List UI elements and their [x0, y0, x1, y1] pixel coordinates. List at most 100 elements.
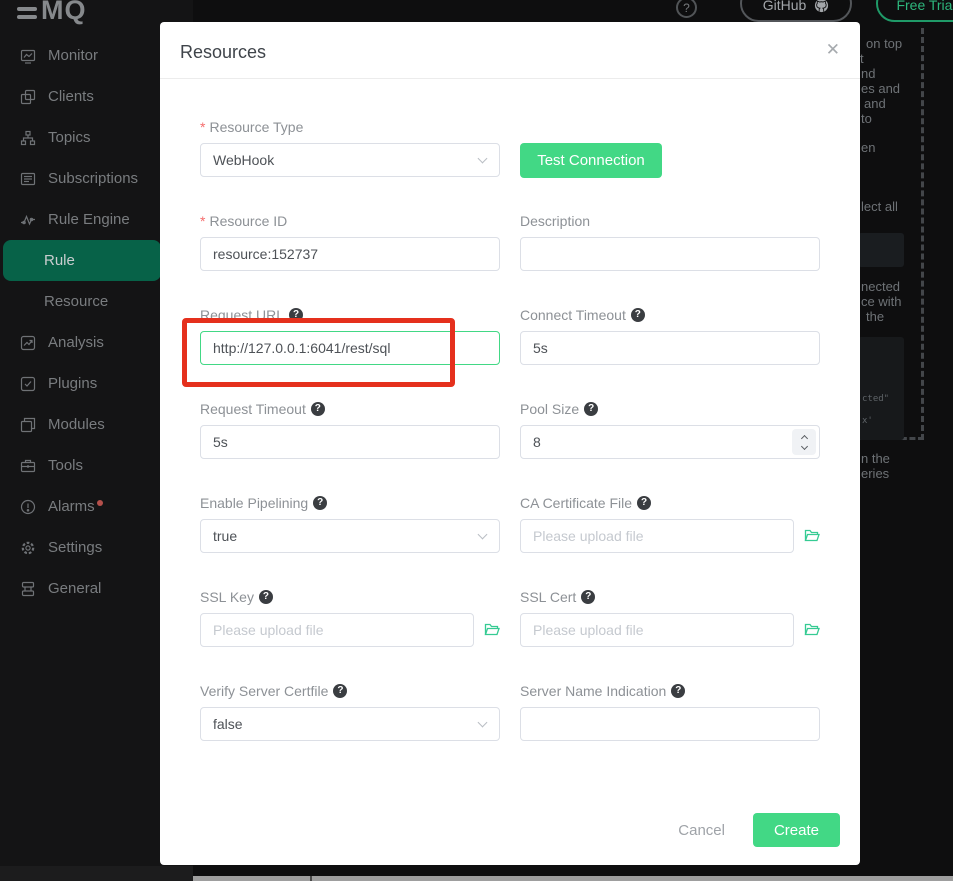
ca-certificate-input[interactable] [520, 519, 794, 553]
gear-icon [20, 540, 36, 556]
sidebar-item-label: Rule [44, 252, 75, 269]
verify-server-certfile-value: false [213, 716, 243, 732]
bg-text-fragment: to [861, 111, 872, 126]
field-label: Connect Timeout ? [520, 306, 820, 324]
ssl-key-input[interactable] [200, 613, 474, 647]
bg-text-fragment: nd [861, 66, 875, 81]
resources-modal: Resources ✕ * Resource Type WebHook T [160, 22, 860, 865]
help-icon[interactable]: ? [289, 308, 303, 322]
sidebar-item-label: Alarms [48, 498, 95, 515]
field-ssl-key: SSL Key ? [200, 588, 500, 647]
bg-text-fragment: eries [861, 466, 889, 481]
logo-bars-icon [17, 7, 37, 19]
field-request-url: Request URL ? [200, 306, 500, 365]
folder-open-icon[interactable] [804, 622, 820, 638]
stepper-up-icon[interactable] [800, 434, 807, 441]
folder-open-icon[interactable] [804, 528, 820, 544]
sidebar-item-label: Clients [48, 88, 94, 105]
chevron-down-icon [478, 718, 488, 728]
alarms-icon [20, 499, 36, 515]
bg-text-fragment: and [864, 96, 886, 111]
number-stepper[interactable] [792, 429, 816, 455]
resource-id-input[interactable] [200, 237, 500, 271]
clients-icon [20, 89, 36, 105]
bg-text-fragment: the [866, 309, 884, 324]
help-icon[interactable]: ? [671, 684, 685, 698]
description-input[interactable] [520, 237, 820, 271]
required-marker: * [200, 213, 205, 229]
help-icon[interactable]: ? [631, 308, 645, 322]
server-name-indication-input[interactable] [520, 707, 820, 741]
help-icon[interactable]: ? [581, 590, 595, 604]
ssl-cert-input[interactable] [520, 613, 794, 647]
help-icon[interactable]: ? [584, 402, 598, 416]
help-icon[interactable]: ? [313, 496, 327, 510]
request-timeout-input[interactable] [200, 425, 500, 459]
app-window: MQ Monitor Clients Topics Subscriptions … [0, 0, 953, 881]
field-resource-id: * Resource ID [200, 212, 500, 271]
verify-server-certfile-select[interactable]: false [200, 707, 500, 741]
sidebar-item-label: Rule Engine [48, 211, 130, 228]
enable-pipelining-select[interactable]: true [200, 519, 500, 553]
help-icon[interactable]: ? [333, 684, 347, 698]
field-label: CA Certificate File ? [520, 494, 820, 512]
github-octocat-icon [814, 0, 829, 13]
field-connect-timeout: Connect Timeout ? [520, 306, 820, 365]
sidebar-item-label: Resource [44, 293, 108, 310]
free-trial-button[interactable]: Free Trial [876, 0, 953, 22]
bg-text-fragment: t [860, 51, 864, 66]
bg-code-fragment: x' [862, 416, 873, 426]
sidebar-bottom-strip [0, 866, 193, 881]
github-label: GitHub [763, 0, 807, 13]
create-button[interactable]: Create [753, 813, 840, 847]
alarm-badge-dot [97, 500, 103, 506]
sidebar-item-label: Subscriptions [48, 170, 138, 187]
required-marker: * [200, 119, 205, 135]
field-label: Enable Pipelining ? [200, 494, 500, 512]
modal-body: * Resource Type WebHook Test Connection … [160, 79, 860, 776]
sidebar-item-label: Plugins [48, 375, 97, 392]
field-label: Description [520, 212, 820, 230]
bg-text-fragment: lect all [861, 199, 898, 214]
rule-engine-icon [20, 212, 36, 228]
field-label: SSL Cert ? [520, 588, 820, 606]
resource-type-select[interactable]: WebHook [200, 143, 500, 177]
pool-size-input[interactable] [520, 425, 820, 459]
analysis-icon [20, 335, 36, 351]
field-resource-type: * Resource Type WebHook [200, 118, 500, 177]
horizontal-scrollbar[interactable] [193, 876, 953, 881]
tools-icon [20, 458, 36, 474]
field-label: Verify Server Certfile ? [200, 682, 500, 700]
stepper-down-icon[interactable] [800, 442, 807, 449]
field-ssl-cert: SSL Cert ? [520, 588, 820, 647]
field-server-name-indication: Server Name Indication ? [520, 682, 820, 741]
help-icon[interactable]: ? [676, 0, 697, 18]
folder-open-icon[interactable] [484, 622, 500, 638]
sidebar-item-rule[interactable]: Rule [3, 240, 161, 281]
bg-text-fragment: n the [861, 451, 890, 466]
field-label: Pool Size ? [520, 400, 820, 418]
emqx-logo[interactable]: MQ [17, 0, 87, 27]
field-label: SSL Key ? [200, 588, 500, 606]
field-label: Request Timeout ? [200, 400, 500, 418]
cancel-button[interactable]: Cancel [678, 822, 725, 839]
modules-icon [20, 417, 36, 433]
sidebar-item-label: Modules [48, 416, 105, 433]
field-enable-pipelining: Enable Pipelining ? true [200, 494, 500, 553]
help-icon[interactable]: ? [259, 590, 273, 604]
connect-timeout-input[interactable] [520, 331, 820, 365]
modal-footer: Cancel Create [678, 813, 840, 847]
help-icon[interactable]: ? [311, 402, 325, 416]
request-url-input[interactable] [200, 331, 500, 365]
help-icon[interactable]: ? [637, 496, 651, 510]
bg-code-fragment: cted" [862, 394, 889, 404]
test-connection-button[interactable]: Test Connection [520, 143, 662, 178]
bg-text-fragment: es and [861, 81, 900, 96]
bg-text-fragment: ce with [861, 294, 901, 309]
field-label: Request URL ? [200, 306, 500, 324]
field-label: Server Name Indication ? [520, 682, 820, 700]
chevron-down-icon [478, 530, 488, 540]
close-icon[interactable]: ✕ [826, 40, 840, 60]
github-button[interactable]: GitHub [740, 0, 852, 22]
enable-pipelining-value: true [213, 528, 237, 544]
